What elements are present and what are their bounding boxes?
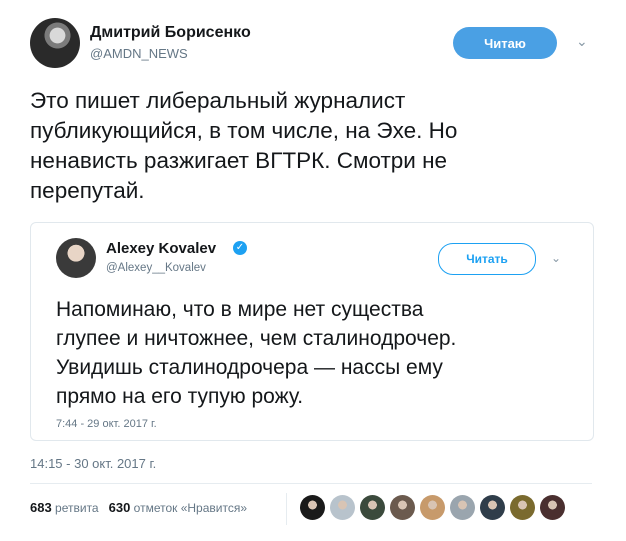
liker-avatar[interactable] (540, 495, 565, 520)
liker-avatar[interactable] (330, 495, 355, 520)
quoted-author-name[interactable]: Alexey Kovalev (106, 240, 216, 257)
quoted-tweet[interactable]: Alexey Kovalev ✓ @Alexey__Kovalev Читать… (30, 222, 594, 441)
likes-count: 630 (108, 500, 131, 515)
retweets-count: 683 (30, 500, 52, 515)
liker-avatar[interactable] (360, 495, 385, 520)
likes-label: отметок «Нравится» (133, 501, 248, 515)
verified-icon: ✓ (233, 241, 247, 255)
author-avatar[interactable] (30, 18, 80, 68)
follow-button[interactable]: Читать (438, 243, 536, 275)
tweet-stats: 683 ретвита 630 отметок «Нравится» (30, 500, 247, 515)
retweets-label: ретвита (55, 501, 99, 515)
following-button[interactable]: Читаю (453, 27, 557, 59)
divider (30, 483, 592, 484)
tweet-timestamp[interactable]: 14:15 - 30 окт. 2017 г. (30, 456, 156, 471)
author-handle[interactable]: @AMDN_NEWS (90, 46, 188, 61)
likers-avatars (300, 495, 565, 520)
author-name[interactable]: Дмитрий Борисенко (90, 24, 251, 42)
liker-avatar[interactable] (480, 495, 505, 520)
chevron-down-icon[interactable]: ⌄ (576, 34, 590, 48)
tweet-card: Дмитрий Борисенко @AMDN_NEWS Читаю ⌄ Это… (0, 0, 626, 541)
stats-divider (286, 493, 287, 525)
likes-stat[interactable]: 630 отметок «Нравится» (108, 500, 248, 515)
tweet-text: Это пишет либеральный журналист публикую… (30, 88, 458, 203)
liker-avatar[interactable] (450, 495, 475, 520)
quoted-author-avatar[interactable] (56, 238, 96, 278)
chevron-down-icon[interactable]: ⌄ (551, 251, 561, 265)
retweets-stat[interactable]: 683 ретвита (30, 500, 99, 515)
quoted-author-handle[interactable]: @Alexey__Kovalev (106, 262, 206, 274)
quoted-tweet-timestamp[interactable]: 7:44 - 29 окт. 2017 г. (56, 418, 157, 430)
liker-avatar[interactable] (420, 495, 445, 520)
liker-avatar[interactable] (300, 495, 325, 520)
liker-avatar[interactable] (510, 495, 535, 520)
quoted-tweet-text: Напоминаю, что в мире нет существа глупе… (56, 298, 457, 408)
liker-avatar[interactable] (390, 495, 415, 520)
